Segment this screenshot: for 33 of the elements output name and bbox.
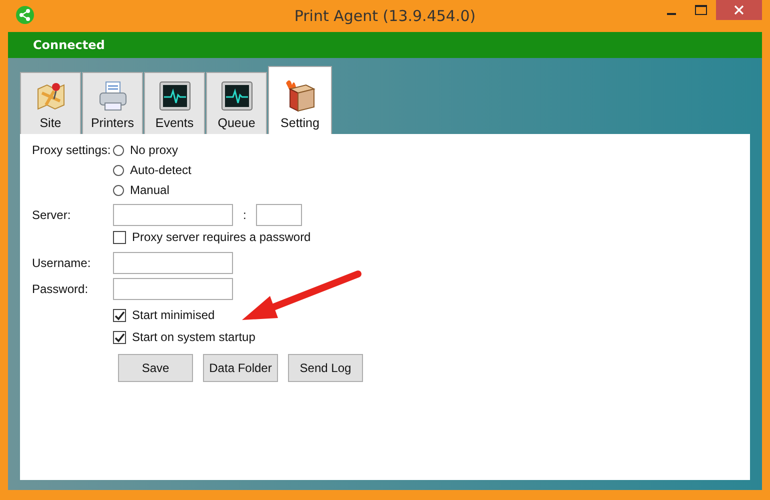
action-button[interactable]: Save xyxy=(118,354,193,382)
checkmark-icon xyxy=(114,332,125,342)
separator-text: : xyxy=(243,208,246,222)
maximize-icon xyxy=(695,5,707,15)
tab[interactable]: Setting xyxy=(268,66,332,134)
close-button[interactable] xyxy=(716,0,762,20)
tab[interactable]: Site xyxy=(20,72,81,134)
status-text: Connected xyxy=(33,38,105,52)
close-icon xyxy=(734,5,744,15)
radio-button[interactable]: Auto-detect xyxy=(113,160,192,180)
server-field[interactable] xyxy=(113,204,233,226)
checkbox[interactable]: Start minimised xyxy=(113,304,215,326)
field-label: Username: xyxy=(32,256,92,270)
field-label: Proxy settings: xyxy=(32,143,112,157)
tab[interactable]: Queue xyxy=(206,72,267,134)
radio-button[interactable]: Manual xyxy=(113,180,170,200)
radio-button[interactable]: No proxy xyxy=(113,140,178,160)
tab[interactable]: Printers xyxy=(82,72,143,134)
tab[interactable]: Events xyxy=(144,72,205,134)
password-field[interactable] xyxy=(113,278,233,300)
window-title: Print Agent (13.9.454.0) xyxy=(294,7,476,25)
action-button[interactable]: Send Log xyxy=(288,354,363,382)
field-label: Server: xyxy=(32,208,72,222)
minimize-icon xyxy=(666,13,676,15)
checkmark-icon xyxy=(114,310,125,320)
monitor-icon xyxy=(220,79,254,113)
field-label: Password: xyxy=(32,282,90,296)
monitor-icon xyxy=(158,79,192,113)
username-field[interactable] xyxy=(113,252,233,274)
checkbox[interactable]: Proxy server requires a password xyxy=(113,226,311,248)
checkbox[interactable]: Start on system startup xyxy=(113,326,256,348)
action-button[interactable]: Data Folder xyxy=(203,354,278,382)
port-field[interactable] xyxy=(256,204,302,226)
